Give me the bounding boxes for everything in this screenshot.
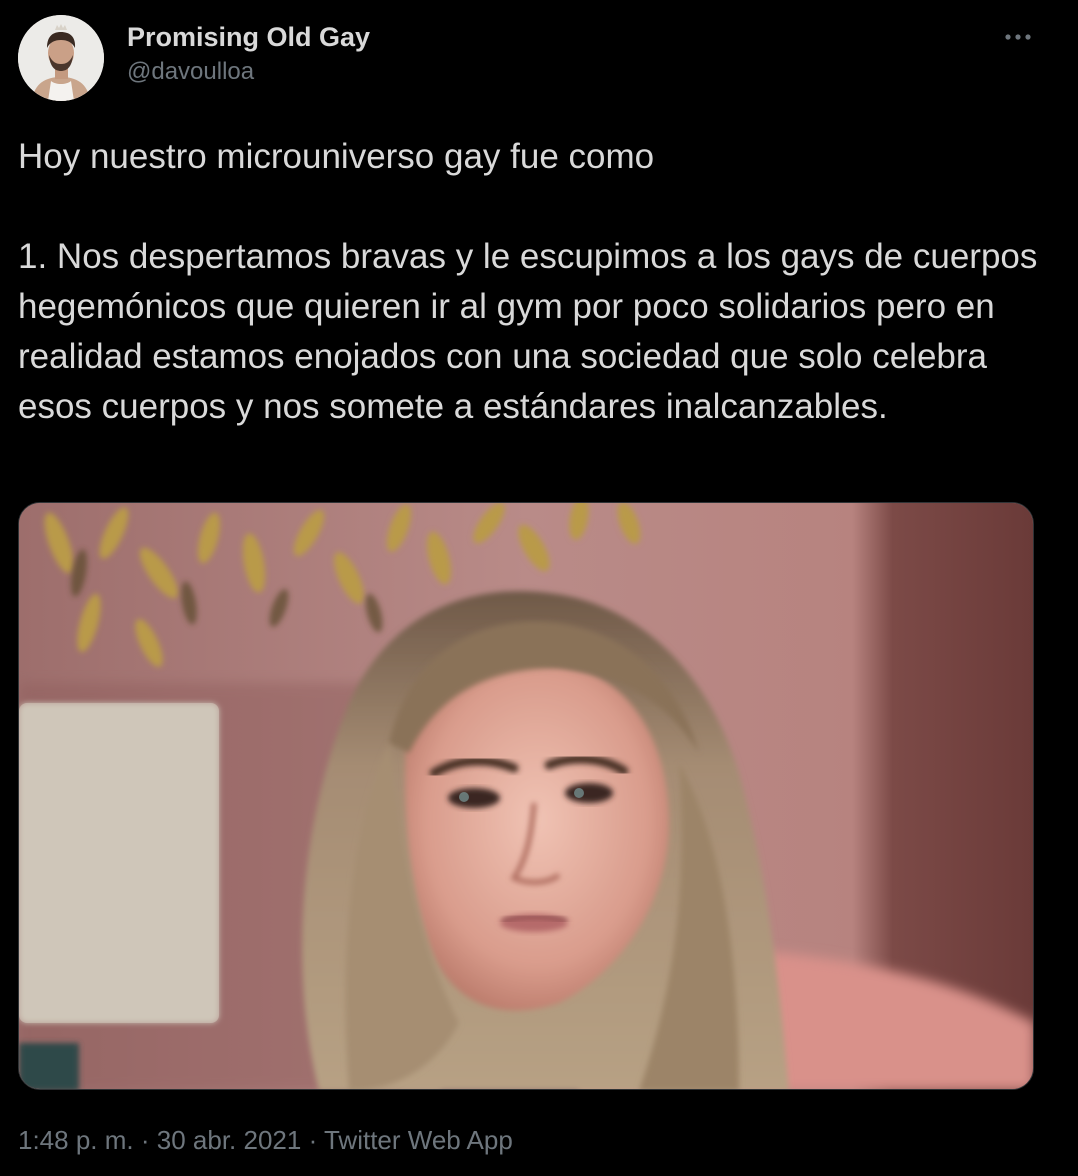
author-info: Promising Old Gay @davoulloa: [127, 20, 370, 88]
tweet-meta: 1:48 p. m. · 30 abr. 2021 · Twitter Web …: [18, 1122, 513, 1158]
tweet-text: Hoy nuestro microuniverso gay fue como 1…: [18, 137, 1038, 426]
photo-image: [19, 503, 1033, 1089]
tweet-source-link[interactable]: Twitter Web App: [324, 1125, 513, 1155]
meta-separator: ·: [140, 1125, 157, 1155]
tweet-photo[interactable]: [18, 502, 1034, 1090]
author-display-name[interactable]: Promising Old Gay: [127, 20, 370, 54]
tweet-card: Promising Old Gay @davoulloa Hoy nuestro…: [0, 0, 1078, 1176]
tweet-time-link[interactable]: 1:48 p. m.: [18, 1125, 134, 1155]
more-options-button[interactable]: [996, 20, 1040, 54]
author-avatar[interactable]: [18, 15, 104, 101]
meta-separator-2: ·: [308, 1125, 324, 1155]
author-handle[interactable]: @davoulloa: [127, 56, 370, 88]
profile-photo-icon: [18, 15, 104, 101]
tweet-date-link[interactable]: 30 abr. 2021: [157, 1125, 302, 1155]
more-horizontal-icon: [1005, 34, 1031, 40]
